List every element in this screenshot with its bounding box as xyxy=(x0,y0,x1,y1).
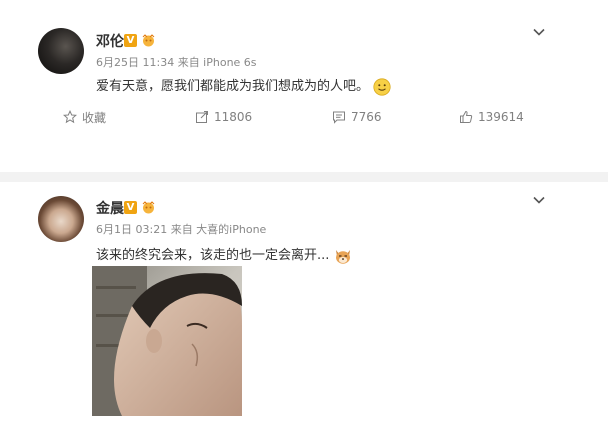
like-button[interactable]: 139614 xyxy=(459,108,524,126)
share-count: 11806 xyxy=(214,110,253,124)
weibo-post: 邓伦 V 6月25日 11:34 来自 iPhone 6s 爱有天意，愿我们都能… xyxy=(0,0,608,172)
post-photo-image xyxy=(92,266,242,416)
post-meta: 6月1日 03:21 来自 大喜的iPhone xyxy=(96,223,267,236)
post-photo[interactable] xyxy=(92,266,242,416)
vip-crown-icon xyxy=(142,34,155,47)
dog-emoji-icon xyxy=(336,249,351,264)
vip-crown-icon xyxy=(142,201,155,214)
action-bar: 收藏 11806 7766 139614 xyxy=(0,102,608,132)
user-name[interactable]: 邓伦 xyxy=(96,31,124,51)
post-text: 爱有天意，愿我们都能成为我们想成为的人吧。 xyxy=(96,79,370,94)
post-content: 该来的终究会来，该走的也一定会离开... xyxy=(96,244,353,265)
verified-badge: V xyxy=(124,34,137,47)
avatar[interactable] xyxy=(38,28,84,74)
thumbs-up-icon xyxy=(460,110,473,123)
share-icon xyxy=(196,111,208,123)
avatar[interactable] xyxy=(38,196,84,242)
smile-emoji-icon xyxy=(373,77,391,96)
comment-count: 7766 xyxy=(351,110,382,124)
weibo-post: 金晨 V 6月1日 03:21 来自 大喜的iPhone 该来的终究会来，该走的… xyxy=(0,172,608,423)
chevron-down-icon[interactable] xyxy=(532,25,546,39)
user-name[interactable]: 金晨 xyxy=(96,198,124,218)
favorite-label: 收藏 xyxy=(82,110,107,125)
comment-icon xyxy=(333,111,345,124)
post-text: 该来的终究会来，该走的也一定会离开... xyxy=(96,248,330,263)
post-content: 爱有天意，愿我们都能成为我们想成为的人吧。 xyxy=(96,75,391,96)
star-icon xyxy=(63,110,77,124)
share-button[interactable]: 11806 xyxy=(195,108,252,126)
verified-badge: V xyxy=(124,201,137,214)
post-meta: 6月25日 11:34 来自 iPhone 6s xyxy=(96,56,257,69)
favorite-button[interactable]: 收藏 xyxy=(63,108,106,126)
like-count: 139614 xyxy=(478,110,524,124)
comment-button[interactable]: 7766 xyxy=(332,108,382,126)
chevron-down-icon[interactable] xyxy=(532,193,546,207)
